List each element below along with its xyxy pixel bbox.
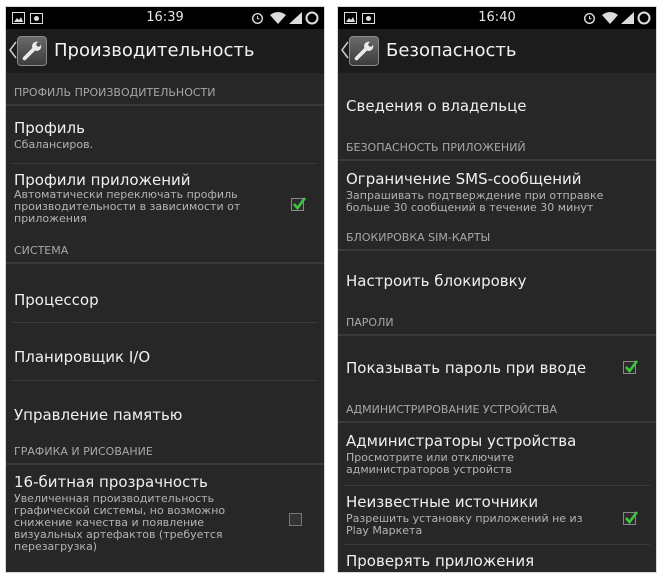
page-title: Производительность — [54, 40, 255, 61]
device-admins-title: Администраторы устройства — [346, 432, 577, 450]
verify-apps-title: Проверять приложения — [346, 552, 535, 570]
transparency-item[interactable]: 16-битная прозрачность Увеличенная произ… — [6, 467, 324, 567]
status-bar: 16:40 — [338, 7, 656, 29]
io-scheduler-title: Планировщик I/O — [14, 348, 151, 366]
checkmark-icon — [293, 197, 307, 211]
chevron-left-icon[interactable] — [341, 40, 349, 60]
left-phone-screen: 16:39 Производительность ПРОФИЛЬ ПРОИЗВО… — [5, 6, 325, 573]
owner-info-item[interactable]: Сведения о владельце — [338, 79, 656, 135]
battery-icon — [637, 11, 651, 25]
app-profiles-title: Профили приложений — [14, 171, 191, 189]
section-header-app-security: БЕЗОПАСНОСТЬ ПРИЛОЖЕНИЙ — [338, 137, 656, 161]
memory-title: Управление памятью — [14, 406, 183, 424]
section-header-graphics: ГРАФИКА И РИСОВАНИЕ — [6, 441, 324, 465]
section-header-device-admin: АДМИНИСТРИРОВАНИЕ УСТРОЙСТВА — [338, 399, 656, 423]
sms-limit-summary: Запрашивать подтверждение при отправке б… — [346, 189, 604, 214]
section-header-passwords: ПАРОЛИ — [338, 312, 656, 336]
owner-info-title: Сведения о владельце — [346, 97, 527, 115]
status-bar: 16:39 — [6, 7, 324, 29]
action-bar[interactable]: Производительность — [6, 29, 324, 73]
setup-lock-title: Настроить блокировку — [346, 272, 527, 290]
unknown-sources-item[interactable]: Неизвестные источники Разрешить установк… — [338, 486, 656, 542]
alarm-icon — [584, 13, 595, 24]
app-profiles-checkbox[interactable] — [291, 197, 307, 211]
profile-title: Профиль — [14, 119, 85, 137]
sms-limit-item[interactable]: Ограничение SMS-сообщений Запрашивать по… — [338, 163, 656, 223]
show-password-item[interactable]: Показывать пароль при вводе — [338, 338, 656, 394]
wifi-icon — [602, 12, 618, 24]
device-admins-summary: Просмотрите или отключите администраторо… — [346, 451, 514, 476]
app-profiles-summary: Автоматически переключать профиль произв… — [14, 188, 241, 225]
show-password-checkbox[interactable] — [623, 360, 639, 374]
processor-title: Процессор — [14, 291, 99, 309]
unknown-sources-checkbox[interactable] — [623, 511, 639, 525]
profile-summary: Сбалансиров. — [14, 138, 94, 151]
transparency-title: 16-битная прозрачность — [14, 473, 208, 491]
page-title: Безопасность — [386, 40, 517, 61]
transparency-summary: Увеличенная производительность графическ… — [14, 492, 226, 553]
right-phone-screen: 16:40 Безопасность Сведения о владельце … — [337, 6, 657, 573]
action-bar[interactable]: Безопасность — [338, 29, 656, 73]
setup-lock-item[interactable]: Настроить блокировку — [338, 253, 656, 309]
sms-limit-title: Ограничение SMS-сообщений — [346, 170, 582, 188]
profile-item[interactable]: Профиль Сбалансиров. — [6, 107, 324, 163]
app-profiles-item[interactable]: Профили приложений Автоматически переклю… — [6, 164, 324, 236]
show-password-title: Показывать пароль при вводе — [346, 359, 587, 377]
wrench-icon[interactable] — [349, 36, 379, 66]
verify-apps-item[interactable]: Проверять приложения — [338, 545, 656, 572]
wifi-icon — [270, 12, 286, 24]
device-admins-item[interactable]: Администраторы устройства Просмотрите ил… — [338, 425, 656, 487]
unknown-sources-title: Неизвестные источники — [346, 493, 539, 511]
checkmark-icon — [625, 360, 639, 374]
section-header-performance-profile: ПРОФИЛЬ ПРОИЗВОДИТЕЛЬНОСТИ — [6, 82, 324, 106]
section-header-system: СИСТЕМА — [6, 240, 324, 264]
chevron-left-icon[interactable] — [9, 40, 17, 60]
checkmark-icon — [625, 511, 639, 525]
section-header-sim-lock: БЛОКИРОВКА SIM-КАРТЫ — [338, 227, 656, 251]
battery-icon — [305, 11, 319, 25]
io-scheduler-item[interactable]: Планировщик I/O — [6, 323, 324, 379]
processor-item[interactable]: Процессор — [6, 265, 324, 321]
wrench-icon[interactable] — [17, 36, 47, 66]
signal-icon — [289, 12, 302, 24]
transparency-checkbox[interactable] — [289, 513, 302, 526]
alarm-icon — [252, 13, 263, 24]
signal-icon — [621, 12, 634, 24]
unknown-sources-summary: Разрешить установку приложений не из Pla… — [346, 512, 583, 537]
memory-item[interactable]: Управление памятью — [6, 381, 324, 437]
